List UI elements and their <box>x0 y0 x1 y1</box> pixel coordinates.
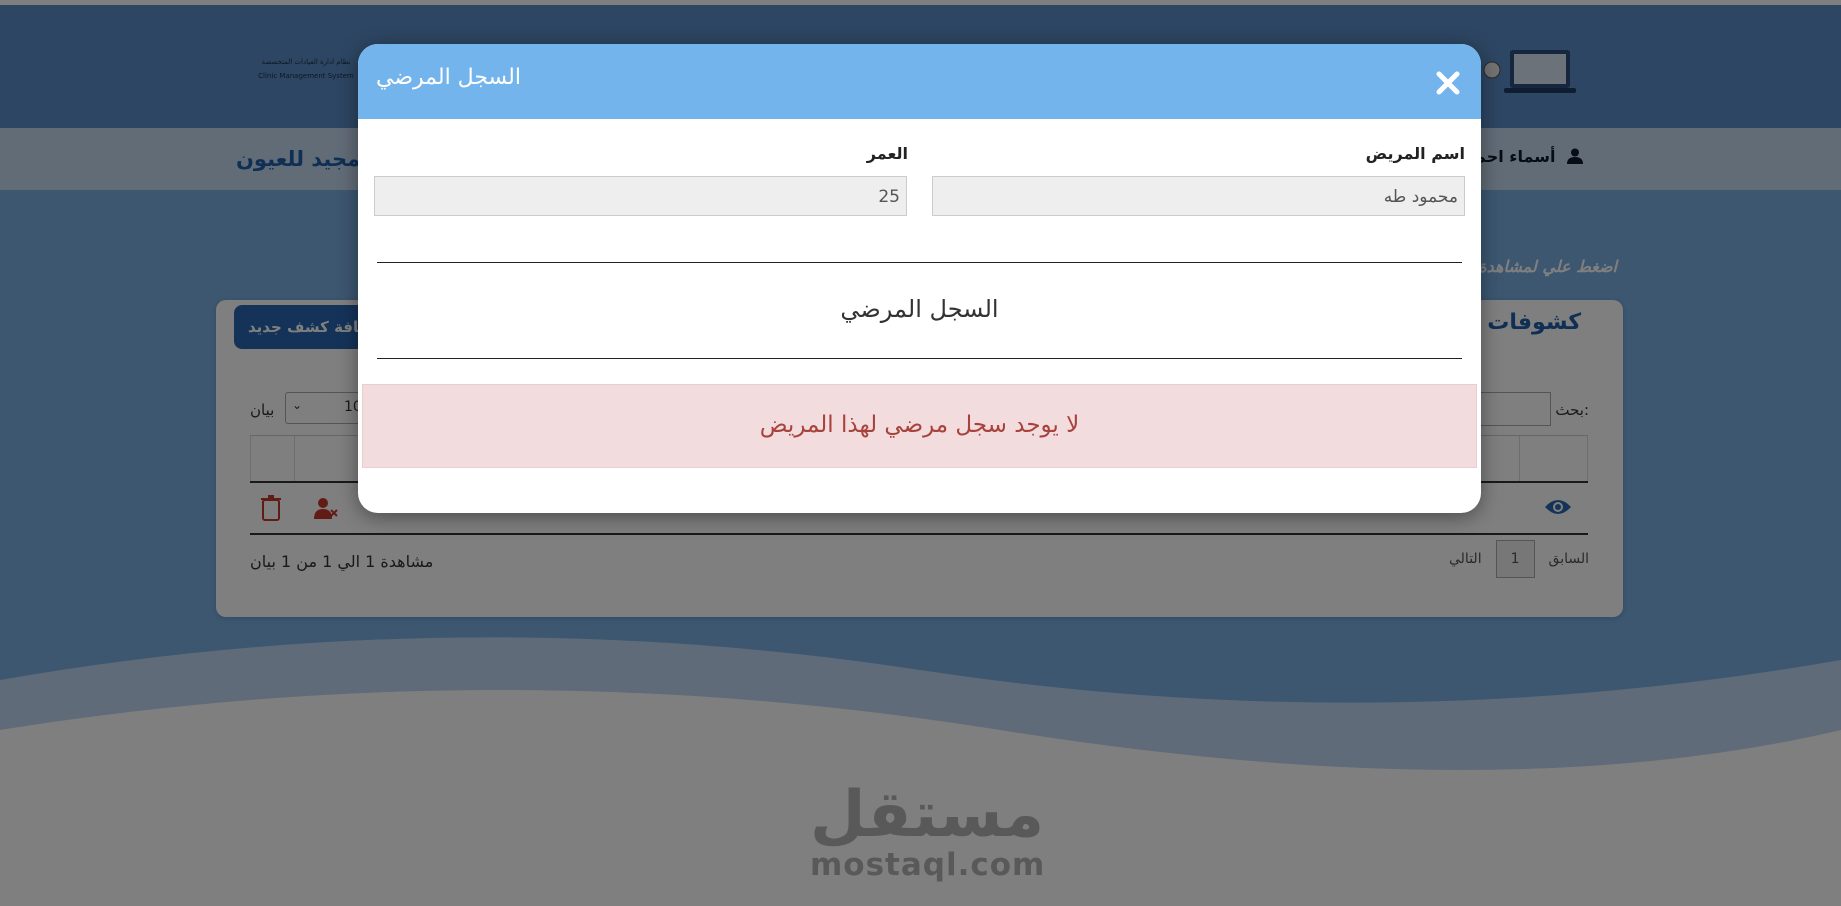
section-title: السجل المرضي <box>840 295 999 323</box>
no-record-alert: لا يوجد سجل مرضي لهذا المريض <box>362 384 1477 468</box>
age-field[interactable]: 25 <box>374 176 907 216</box>
patient-name-label: اسم المريض <box>1365 144 1465 163</box>
age-label: العمر <box>866 144 908 163</box>
modal-title: السجل المرضي <box>376 65 521 90</box>
close-icon[interactable] <box>1435 70 1461 96</box>
modal-header: السجل المرضي <box>358 44 1481 119</box>
alert-text: لا يوجد سجل مرضي لهذا المريض <box>759 412 1080 438</box>
medical-record-modal: السجل المرضي اسم المريض محمود طه العمر 2… <box>358 44 1481 513</box>
divider <box>377 358 1462 359</box>
divider <box>377 262 1462 263</box>
patient-name-field[interactable]: محمود طه <box>932 176 1465 216</box>
